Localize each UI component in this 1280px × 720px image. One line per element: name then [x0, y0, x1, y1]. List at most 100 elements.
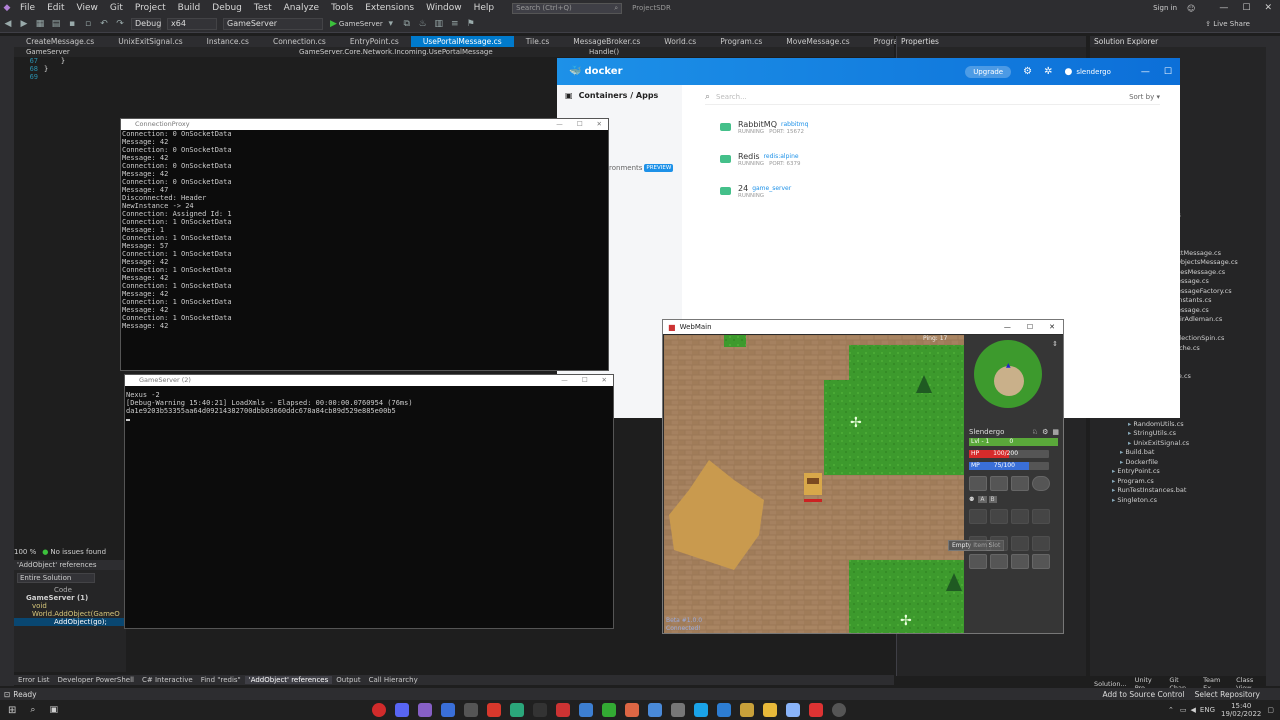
minimap[interactable]: ▲: [974, 340, 1042, 408]
language-indicator[interactable]: ENG: [1200, 706, 1215, 714]
app-icon[interactable]: [441, 703, 456, 717]
proxy-maximize[interactable]: ☐: [577, 119, 583, 130]
minimap-scroll[interactable]: ⇕: [1052, 340, 1058, 348]
solution-item[interactable]: ▸ Dockerfile: [1090, 458, 1266, 468]
menu-item-project[interactable]: Project: [129, 3, 172, 13]
inventory-slot[interactable]: [990, 509, 1008, 524]
notifications-strip[interactable]: [1266, 36, 1280, 686]
game-viewport[interactable]: ✢ ✢ Ping: 17 Beta #1.0.0 Connected!: [664, 335, 964, 633]
run-button[interactable]: ▶: [330, 19, 337, 29]
inventory-tab-icon[interactable]: ⚉: [969, 496, 974, 503]
app-icon[interactable]: [786, 703, 801, 717]
equip-slot[interactable]: [1011, 476, 1029, 491]
menu-item-edit[interactable]: Edit: [41, 3, 70, 13]
inventory-slot[interactable]: [1032, 509, 1050, 524]
settings-icon[interactable]: ⚙: [1042, 428, 1048, 436]
solution-item[interactable]: ▸ UnixExitSignal.cs: [1090, 439, 1266, 449]
container-row[interactable]: 24 game_server RUNNING: [720, 175, 1180, 207]
hotbar-slot[interactable]: [969, 554, 987, 569]
account-icon[interactable]: ☺: [1187, 4, 1195, 13]
solution-bottom-tab[interactable]: Solution...: [1090, 680, 1131, 688]
equip-slot[interactable]: [1032, 476, 1050, 491]
menu-item-extensions[interactable]: Extensions: [359, 3, 420, 13]
menu-item-view[interactable]: View: [71, 3, 104, 13]
menu-item-test[interactable]: Test: [248, 3, 278, 13]
save-icon[interactable]: ▪: [66, 19, 78, 30]
server-close[interactable]: ✕: [602, 375, 607, 386]
inventory-slot[interactable]: [990, 536, 1008, 551]
solution-item[interactable]: ▸ Program.cs: [1090, 477, 1266, 487]
inventory-tab-icon[interactable]: B: [988, 496, 997, 503]
windows-start-icon[interactable]: ⊞: [8, 705, 16, 716]
settings-icon[interactable]: ⚙: [1023, 66, 1032, 77]
container-row[interactable]: RabbitMQ rabbitmq RUNNING PORT: 15672: [720, 111, 1180, 143]
add-source-control[interactable]: Add to Source Control: [1103, 690, 1185, 699]
bottom-tab[interactable]: Find "redis": [197, 676, 245, 684]
docker-user[interactable]: slendergo: [1076, 68, 1111, 76]
notification-icon[interactable]: ▢: [1267, 706, 1274, 714]
hotbar-slot[interactable]: [1011, 554, 1029, 569]
refs-sub[interactable]: AddObject(go);: [14, 618, 126, 626]
new-file-icon[interactable]: ▦: [34, 19, 46, 30]
app-icon[interactable]: [832, 703, 847, 717]
forward-icon[interactable]: ▶: [18, 19, 30, 30]
config-dropdown[interactable]: Debug: [131, 18, 161, 30]
tray-chevron-icon[interactable]: ⌃: [1168, 706, 1174, 714]
nav-project[interactable]: GameServer: [14, 48, 299, 56]
menu-item-analyze[interactable]: Analyze: [278, 3, 325, 13]
hot-reload-icon[interactable]: ♨: [417, 19, 429, 30]
opera-icon[interactable]: [372, 703, 387, 717]
docker-maximize-button[interactable]: ☐: [1164, 67, 1172, 77]
close-button[interactable]: ✕: [1264, 3, 1272, 13]
save-all-icon[interactable]: ▫: [82, 19, 94, 30]
minimize-button[interactable]: —: [1219, 3, 1228, 13]
solution-item[interactable]: ▸ RunTestInstances.bat: [1090, 486, 1266, 496]
docker-search[interactable]: ⌕ Search... Sort by ▾: [705, 89, 1160, 105]
bottom-tab[interactable]: 'AddObject' references: [244, 676, 333, 684]
app-icon[interactable]: [487, 703, 502, 717]
search-taskbar-icon[interactable]: ⌕: [30, 705, 35, 715]
nav-member[interactable]: Handle(): [589, 48, 619, 56]
container-row[interactable]: Redis redis:alpine RUNNING PORT: 6379: [720, 143, 1180, 175]
bottom-tab[interactable]: Developer PowerShell: [54, 676, 138, 684]
equip-slot[interactable]: [990, 476, 1008, 491]
dropdown-arrow-icon[interactable]: ▾: [385, 19, 397, 30]
app-icon[interactable]: [464, 703, 479, 717]
app-icon[interactable]: [579, 703, 594, 717]
solution-item[interactable]: ▸ StringUtils.cs: [1090, 429, 1266, 439]
inventory-tab-icon[interactable]: A: [978, 496, 987, 503]
app-icon[interactable]: [694, 703, 709, 717]
menu-item-window[interactable]: Window: [420, 3, 468, 13]
proxy-minimize[interactable]: —: [556, 119, 563, 130]
bottom-tab[interactable]: Call Hierarchy: [365, 676, 422, 684]
server-maximize[interactable]: ☐: [582, 375, 588, 386]
solution-item[interactable]: ▸ Build.bat: [1090, 448, 1266, 458]
menu-item-file[interactable]: File: [14, 3, 41, 13]
hotbar-slot[interactable]: [1032, 554, 1050, 569]
inventory-slot[interactable]: [969, 509, 987, 524]
app-icon[interactable]: [625, 703, 640, 717]
app-icon[interactable]: [648, 703, 663, 717]
sort-by-dropdown[interactable]: Sort by ▾: [1129, 93, 1160, 101]
refs-group[interactable]: GameServer (1): [14, 594, 126, 602]
unity-icon[interactable]: [533, 703, 548, 717]
webmain-maximize[interactable]: ☐: [1027, 323, 1033, 331]
inventory-slot[interactable]: [1011, 536, 1029, 551]
app-icon[interactable]: [671, 703, 686, 717]
solution-item[interactable]: ▸ EntryPoint.cs: [1090, 467, 1266, 477]
bottom-tab[interactable]: Error List: [14, 676, 54, 684]
nav-path[interactable]: GameServer.Core.Network.Incoming.UsePort…: [299, 48, 589, 56]
solution-item[interactable]: ▸ RandomUtils.cs: [1090, 420, 1266, 430]
app-icon[interactable]: [740, 703, 755, 717]
undo-icon[interactable]: ↶: [98, 19, 110, 30]
options-icon[interactable]: ♘: [1032, 428, 1038, 436]
vs-logo-icon[interactable]: ◆: [0, 3, 14, 13]
docker-minimize-button[interactable]: —: [1141, 67, 1150, 77]
bug-icon[interactable]: ✲: [1044, 66, 1052, 77]
task-view-icon[interactable]: ▣: [49, 705, 58, 715]
solution-item[interactable]: ▸ Singleton.cs: [1090, 496, 1266, 506]
zoom-level[interactable]: 100 %: [14, 548, 36, 556]
proxy-close[interactable]: ✕: [597, 119, 602, 130]
volume-icon[interactable]: ◀: [1191, 706, 1196, 714]
trash-icon[interactable]: ▦: [1052, 428, 1059, 436]
